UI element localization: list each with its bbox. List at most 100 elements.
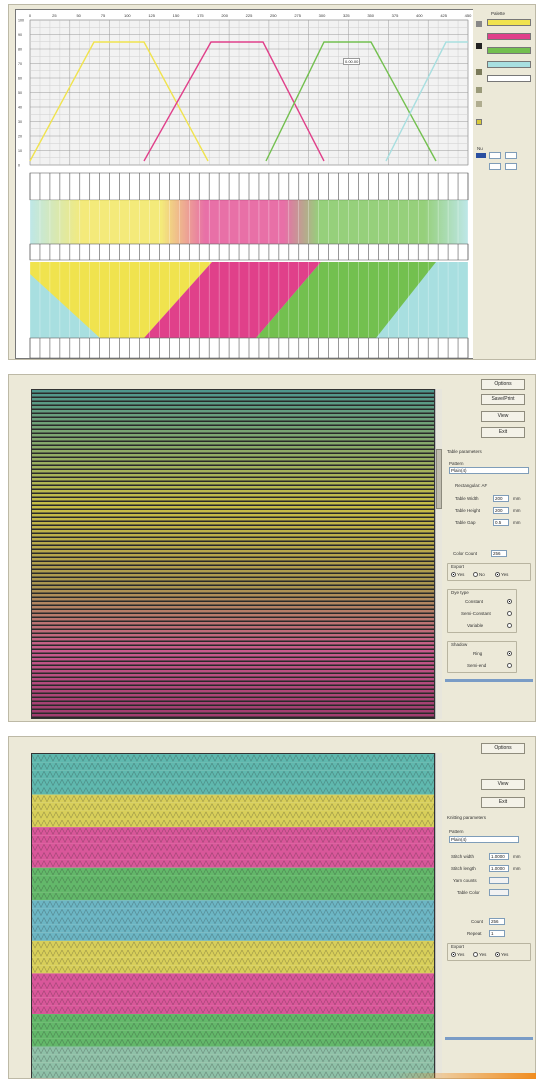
value-input-4[interactable] [505,163,517,170]
knit-export-radio-3[interactable] [495,952,500,957]
weave-stripe [32,426,434,429]
weave-gap [32,512,434,514]
dye-option-3: Variable [467,623,484,628]
x-tick-label: 425 [440,13,447,18]
weave-gap [32,476,434,478]
weave-stripe [32,494,434,497]
weave-gap [32,712,434,714]
stitch-width-unit: mm [513,854,521,859]
weave-stripe [32,622,434,625]
weave-stripe [32,398,434,401]
exit-button[interactable]: Exit [481,427,525,438]
export-radio-1[interactable] [451,572,456,577]
tool-icon-3[interactable] [476,101,482,107]
options-button[interactable]: Options [481,379,525,390]
weave-gap [32,648,434,650]
weave-gap [32,412,434,414]
knit-repeat-input[interactable]: 1 [489,930,505,937]
stitch-width-input[interactable]: 1.0000 [489,853,509,860]
palette-swatch-pink[interactable] [487,33,531,40]
curve-editor[interactable]: 0 25 50 75 100 125 150 175 200 225 250 275 300 325 350… [15,9,477,359]
value-input-2[interactable] [505,152,517,159]
weave-preview-panel: Options Save/Print View Exit Table param… [8,374,536,722]
weave-stripe [32,458,434,461]
weave-stripe [32,530,434,533]
stitch-length-input[interactable]: 1.0000 [489,865,509,872]
weave-stripe [32,430,434,433]
weave-stripe [32,418,434,421]
dye-radio-3[interactable] [507,623,512,628]
weave-scrollbar[interactable] [435,389,442,719]
x-tick-label: 50 [76,13,81,18]
yarn-counts-input[interactable] [489,877,509,884]
x-tick-label: 275 [294,13,301,18]
knit-options-button[interactable]: Options [481,743,525,754]
view-button[interactable]: View [481,411,525,422]
weave-gap [32,528,434,530]
weave-gap [32,560,434,562]
palette-swatch-empty[interactable] [487,75,531,82]
weave-stripe [32,562,434,565]
knit-pattern-field[interactable]: Plain(4) [449,836,519,843]
dye-option-2: Semi-Constant [461,611,491,616]
knit-view-button[interactable]: View [481,779,525,790]
knit-export-option-2: Yes [479,952,487,957]
value-input-3[interactable] [489,163,501,170]
dye-radio-1[interactable] [507,599,512,604]
value-input-1[interactable] [489,152,501,159]
pattern-label: Pattern [449,461,464,466]
weave-scroll-thumb[interactable] [436,449,442,509]
weave-stripe [32,614,434,617]
color-icon-1[interactable] [476,21,482,27]
knit-preview-panel: Options View Exit Knitting parameters Pa… [8,736,536,1079]
weave-stripe [32,406,434,409]
knit-count-input[interactable]: 256 [489,918,505,925]
shadow-radio-2[interactable] [507,663,512,668]
weave-gap [32,644,434,646]
black-square-icon[interactable] [476,43,482,49]
weave-stripe [32,422,434,425]
dye-radio-2[interactable] [507,611,512,616]
table-width-input[interactable]: 200 [493,495,509,502]
knitting-parameters-title: Knitting parameters [447,815,487,820]
palette-swatch-green[interactable] [487,47,531,54]
export-radio-2[interactable] [473,572,478,577]
x-tick-label: 300 [319,13,326,18]
knit-exit-button[interactable]: Exit [481,797,525,808]
table-height-input[interactable]: 200 [493,507,509,514]
export-radio-3[interactable] [495,572,500,577]
knit-scrollbar[interactable] [435,753,442,1078]
table-gap-input[interactable]: 0.5 [493,519,509,526]
weave-gap [32,544,434,546]
color-count-input[interactable]: 256 [491,550,507,557]
table-gap-unit: mm [513,520,521,525]
weave-gap [32,496,434,498]
x-tick-label: 325 [343,13,350,18]
weave-gap [32,656,434,658]
y-tick-label: 40 [18,106,22,110]
tool-icon-1[interactable] [476,69,482,75]
knit-export-radio-1[interactable] [451,952,456,957]
palette-swatch-cyan[interactable] [487,61,531,68]
weave-stripe [32,466,434,469]
curve-editor-canvas[interactable]: 0 25 50 75 100 125 150 175 200 225 250 275 300 325 350… [16,10,478,360]
weave-stripe [32,690,434,693]
y-tick-label: 90 [18,33,22,37]
weave-gap [32,472,434,474]
palette-swatch-yellow[interactable] [487,19,531,26]
pattern-field[interactable]: Plain(4) [449,467,529,474]
weave-stripe [32,686,434,689]
x-tick-label: 150 [173,13,180,18]
tool-icon-2[interactable] [476,87,482,93]
weave-stripe [32,450,434,453]
knit-export-radio-2[interactable] [473,952,478,957]
save-print-button[interactable]: Save/Print [481,394,525,405]
x-tick-label: 175 [197,13,204,18]
weave-gap [32,396,434,398]
dye-type-title: Dye type [451,590,469,595]
shadow-radio-1[interactable] [507,651,512,656]
blue-toggle-icon[interactable] [476,153,486,158]
table-color-input[interactable] [489,889,509,896]
table-gap-label: Table Gap [455,520,476,525]
yellow-tool-icon[interactable] [476,119,482,125]
